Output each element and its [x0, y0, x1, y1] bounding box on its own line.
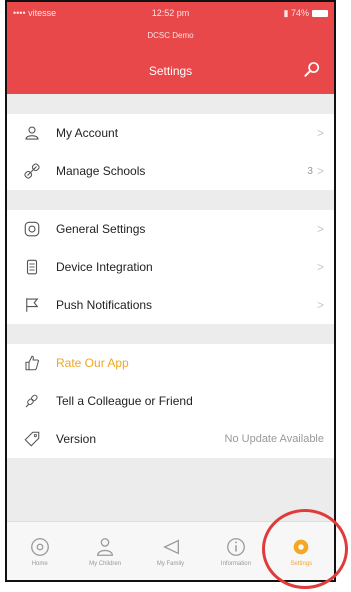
- row-manage-schools[interactable]: Manage Schools 3 >: [7, 152, 334, 190]
- battery-label: ▮ 74%: [283, 8, 309, 18]
- thumbs-up-icon: [21, 352, 43, 374]
- tab-home[interactable]: Home: [7, 522, 72, 580]
- row-push-notifications[interactable]: Push Notifications >: [7, 286, 334, 324]
- section-spacer: [7, 94, 334, 114]
- chevron-right-icon: >: [316, 164, 324, 178]
- search-button[interactable]: [302, 60, 322, 80]
- device-icon: [21, 256, 43, 278]
- link-icon: [21, 160, 43, 182]
- version-status: No Update Available: [224, 433, 324, 445]
- highlight-annotation: [262, 509, 348, 589]
- row-device-integration[interactable]: Device Integration >: [7, 248, 334, 286]
- user-icon: [21, 122, 43, 144]
- row-label: Rate Our App: [56, 356, 129, 370]
- tab-my-family[interactable]: My Family: [138, 522, 203, 580]
- about-section: Rate Our App Tell a Colleague or Friend …: [7, 344, 334, 458]
- app-header: •••• vitesse 12:52 pm ▮ 74% DCSC Demo Se…: [7, 2, 334, 94]
- tab-label: Home: [31, 560, 48, 567]
- settings-icon: [21, 218, 43, 240]
- chevron-right-icon: >: [316, 222, 324, 236]
- row-label: Device Integration: [56, 260, 153, 274]
- row-my-account[interactable]: My Account >: [7, 114, 334, 152]
- row-label: Version: [56, 432, 97, 446]
- tab-my-children[interactable]: My Children: [72, 522, 137, 580]
- row-rate-our-app[interactable]: Rate Our App: [7, 344, 334, 382]
- battery-status: ▮ 74%: [284, 8, 328, 19]
- chevron-right-icon: >: [316, 260, 324, 274]
- header-subtitle: DCSC Demo: [147, 31, 194, 40]
- tab-label: My Family: [156, 560, 185, 567]
- status-time: 12:52 pm: [151, 8, 190, 18]
- row-label: My Account: [56, 126, 119, 140]
- tab-information[interactable]: Information: [203, 522, 268, 580]
- search-icon: [304, 62, 320, 77]
- section-spacer: [7, 190, 334, 210]
- share-icon: [21, 390, 43, 412]
- settings-section: General Settings > Device Integration > …: [7, 210, 334, 324]
- home-icon: [30, 537, 49, 556]
- chevron-right-icon: >: [316, 298, 324, 312]
- battery-icon: [312, 10, 328, 17]
- chevron-right-icon: >: [316, 126, 324, 140]
- tag-icon: [21, 428, 43, 450]
- phone-screen: •••• vitesse 12:52 pm ▮ 74% DCSC Demo Se…: [5, 0, 336, 582]
- row-general-settings[interactable]: General Settings >: [7, 210, 334, 248]
- school-count: 3: [307, 165, 313, 177]
- page-title: Settings: [148, 64, 193, 78]
- family-icon: [162, 539, 179, 554]
- row-label: Push Notifications: [56, 298, 153, 312]
- info-icon: [227, 537, 245, 556]
- tab-label: Information: [220, 560, 251, 567]
- account-section: My Account > Manage Schools 3 >: [7, 114, 334, 190]
- row-tell-a-friend[interactable]: Tell a Colleague or Friend: [7, 382, 334, 420]
- row-version[interactable]: Version No Update Available: [7, 420, 334, 458]
- row-label: Tell a Colleague or Friend: [56, 394, 193, 408]
- section-spacer: [7, 324, 334, 344]
- row-label: Manage Schools: [56, 164, 146, 178]
- status-bar: •••• vitesse 12:52 pm ▮ 74%: [13, 8, 328, 20]
- children-icon: [97, 537, 114, 556]
- row-label: General Settings: [56, 222, 146, 236]
- flag-icon: [21, 294, 43, 316]
- tab-label: My Children: [89, 560, 122, 567]
